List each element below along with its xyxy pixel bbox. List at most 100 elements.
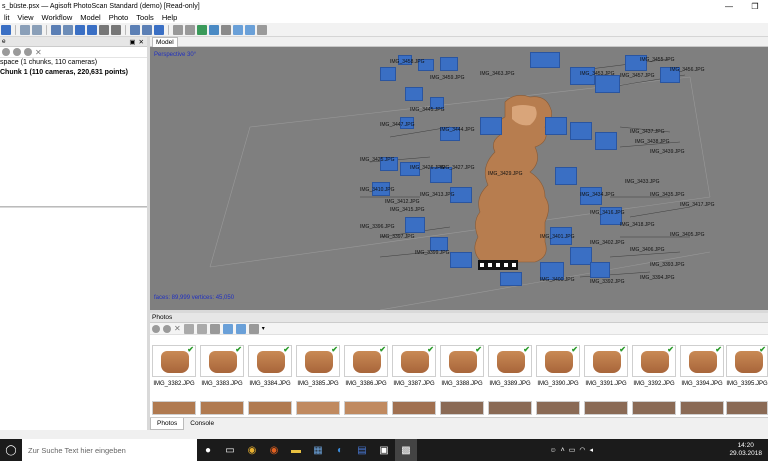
store-icon[interactable]: ▦ [307, 439, 329, 461]
photo-thumbnail[interactable] [248, 401, 292, 415]
add-chunk-icon[interactable] [2, 48, 10, 56]
people-icon[interactable]: ☺ [549, 447, 556, 454]
camera-frustum[interactable] [440, 57, 458, 71]
camera-frustum[interactable] [595, 132, 617, 150]
mesh-icon[interactable] [197, 24, 207, 35]
photo-thumbnail[interactable]: ✔ [200, 345, 244, 377]
photo-thumbnail[interactable]: ✔ [488, 345, 532, 377]
photo-thumbnail[interactable]: ✔ [726, 345, 768, 377]
tab-photos[interactable]: Photos [150, 418, 185, 430]
remove-icon[interactable]: ✕ [174, 324, 181, 333]
photo-thumbnail[interactable]: ✔ [392, 345, 436, 377]
photo-thumbnail[interactable]: ✔ [152, 345, 196, 377]
tab-console[interactable]: Console [184, 418, 220, 430]
tab-model[interactable]: Model [152, 37, 178, 47]
photo-thumbnail[interactable] [632, 401, 676, 415]
chunk-item[interactable]: Chunk 1 (110 cameras, 220,631 points) [0, 68, 147, 78]
remove-icon[interactable] [24, 48, 32, 56]
photo-thumbnail[interactable] [488, 401, 532, 415]
menu-view[interactable]: View [13, 13, 37, 22]
volume-icon[interactable]: ◂ [589, 446, 593, 454]
camera-frustum[interactable] [405, 217, 425, 233]
move-icon[interactable] [87, 24, 97, 35]
zoom-in-icon[interactable] [130, 24, 140, 35]
menu-tools[interactable]: Tools [132, 13, 158, 22]
camera-frustum[interactable] [450, 252, 472, 268]
photo-thumbnail[interactable] [536, 401, 580, 415]
float-icon[interactable]: ▣ [129, 38, 135, 46]
medium-icons-icon[interactable] [235, 323, 246, 334]
menu-workflow[interactable]: Workflow [38, 13, 77, 22]
close-icon[interactable]: ✕ [139, 38, 144, 46]
points-icon[interactable] [185, 24, 195, 35]
chevron-up-icon[interactable]: ˄ [561, 447, 565, 454]
photo-thumbnail[interactable] [726, 401, 768, 415]
photo-thumbnail[interactable] [200, 401, 244, 415]
word-icon[interactable]: ▤ [351, 439, 373, 461]
redo-icon[interactable] [32, 24, 42, 35]
enable-icon[interactable] [152, 324, 160, 333]
taskbar-search[interactable]: Zur Suche Text hier eingeben [22, 439, 197, 461]
navigation-icon[interactable] [75, 24, 85, 35]
photo-thumbnail[interactable] [680, 401, 724, 415]
camera-frustum[interactable] [590, 262, 610, 278]
explorer-icon[interactable]: ▬ [285, 439, 307, 461]
menu-photo[interactable]: Photo [105, 13, 133, 22]
camera-frustum[interactable] [555, 167, 577, 185]
mask-icon[interactable] [209, 323, 220, 334]
close-icon[interactable]: ✕ [35, 48, 42, 57]
camera-frustum[interactable] [380, 67, 396, 81]
photo-thumbnail[interactable]: ✔ [632, 345, 676, 377]
camera-frustum[interactable] [570, 122, 592, 140]
crop-icon[interactable] [111, 24, 121, 35]
zoom-out-icon[interactable] [142, 24, 152, 35]
reset-view-icon[interactable] [154, 24, 164, 35]
photo-thumbnail[interactable] [392, 401, 436, 415]
photo-thumbnail[interactable] [296, 401, 340, 415]
photo-thumbnail[interactable] [440, 401, 484, 415]
shaded-icon[interactable] [209, 24, 219, 35]
photoscan-icon[interactable]: ▩ [395, 439, 417, 461]
wireframe-icon[interactable] [221, 24, 231, 35]
microphone-icon[interactable]: ● [197, 439, 219, 461]
textured-icon[interactable] [233, 24, 243, 35]
photo-thumbnail[interactable]: ✔ [344, 345, 388, 377]
cameras-icon[interactable] [245, 24, 255, 35]
camera-frustum[interactable] [430, 237, 448, 251]
photo-thumbnail[interactable]: ✔ [248, 345, 292, 377]
camera-frustum[interactable] [545, 117, 567, 135]
photo-thumbnail[interactable]: ✔ [440, 345, 484, 377]
task-view-icon[interactable]: ▭ [219, 439, 241, 461]
rotate-left-icon[interactable] [183, 323, 194, 334]
maximize-button[interactable]: ❐ [742, 0, 768, 12]
camera-frustum[interactable] [570, 247, 592, 265]
photo-thumbnail[interactable]: ✔ [584, 345, 628, 377]
save-icon[interactable] [1, 24, 11, 35]
dem-icon[interactable] [257, 24, 267, 35]
photo-thumbnail[interactable] [584, 401, 628, 415]
minimize-button[interactable]: — [716, 0, 742, 12]
camera-frustum[interactable] [405, 87, 423, 101]
edge-icon[interactable]: ◐ [329, 439, 351, 461]
add-photos-icon[interactable] [13, 48, 21, 56]
camera-frustum[interactable] [595, 75, 620, 93]
photo-thumbnail[interactable]: ✔ [296, 345, 340, 377]
camera-frustum[interactable] [480, 117, 502, 135]
camera-frustum[interactable] [500, 272, 522, 286]
view-mode-icon[interactable] [248, 323, 259, 334]
rotate-right-icon[interactable] [196, 323, 207, 334]
photo-thumbnail[interactable] [152, 401, 196, 415]
undo-icon[interactable] [20, 24, 30, 35]
menu-model[interactable]: Model [76, 13, 104, 22]
firefox-icon[interactable]: ◉ [263, 439, 285, 461]
large-icons-icon[interactable] [222, 323, 233, 334]
select-icon[interactable] [51, 24, 61, 35]
chrome-icon[interactable]: ◉ [241, 439, 263, 461]
menu-help[interactable]: Help [158, 13, 181, 22]
camera-frustum[interactable] [530, 52, 560, 68]
app-icon[interactable]: ▣ [373, 439, 395, 461]
photo-thumbnail[interactable]: ✔ [680, 345, 724, 377]
photo-thumbnail[interactable] [344, 401, 388, 415]
grid-icon[interactable] [173, 24, 183, 35]
taskbar-clock[interactable]: 14:20 29.03.2018 [725, 442, 768, 458]
